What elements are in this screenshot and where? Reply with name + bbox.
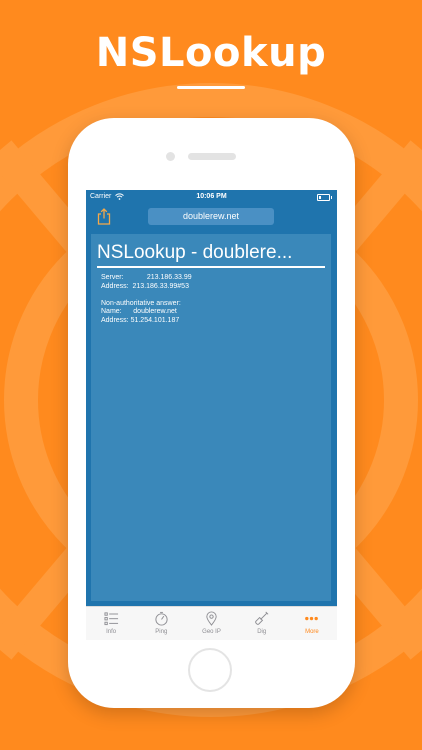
tab-info[interactable]: Info bbox=[86, 607, 136, 640]
tab-label: More bbox=[305, 629, 319, 635]
tab-label: Geo IP bbox=[202, 629, 221, 635]
lookup-output: Server: 213.186.33.99 Address: 213.186.3… bbox=[101, 274, 192, 324]
title-divider bbox=[97, 266, 325, 268]
shovel-icon bbox=[255, 611, 269, 625]
more-dots-icon bbox=[305, 616, 319, 621]
tab-geo-ip[interactable]: Geo IP bbox=[186, 607, 236, 640]
tab-dig[interactable]: Dig bbox=[237, 607, 287, 640]
location-pin-icon bbox=[206, 611, 217, 626]
battery-icon bbox=[317, 194, 332, 201]
list-icon bbox=[104, 612, 118, 626]
tab-label: Ping bbox=[155, 629, 168, 635]
home-button[interactable] bbox=[188, 648, 232, 692]
phone-speaker bbox=[188, 153, 236, 160]
phone-camera bbox=[166, 152, 175, 161]
tab-label: Info bbox=[106, 629, 117, 635]
hostname-input[interactable] bbox=[148, 208, 274, 225]
headline-underline bbox=[177, 86, 245, 89]
page-headline: NSLookup bbox=[95, 30, 327, 76]
stopwatch-icon bbox=[155, 611, 168, 626]
status-bar: Carrier 10:06 PM bbox=[86, 190, 337, 203]
result-panel: NSLookup - doublere... Server: 213.186.3… bbox=[91, 234, 331, 601]
tab-bar: Info Ping Geo IP Dig More bbox=[86, 606, 337, 640]
battery-fill bbox=[319, 196, 321, 199]
app-screen: Carrier 10:06 PM NSLookup - doublere... … bbox=[86, 190, 337, 640]
status-time: 10:06 PM bbox=[196, 193, 227, 200]
share-icon[interactable] bbox=[97, 208, 111, 225]
result-title: NSLookup - doublere... bbox=[97, 242, 293, 263]
tab-label: Dig bbox=[257, 629, 267, 635]
tab-more[interactable]: More bbox=[287, 607, 337, 640]
tab-ping[interactable]: Ping bbox=[136, 607, 186, 640]
